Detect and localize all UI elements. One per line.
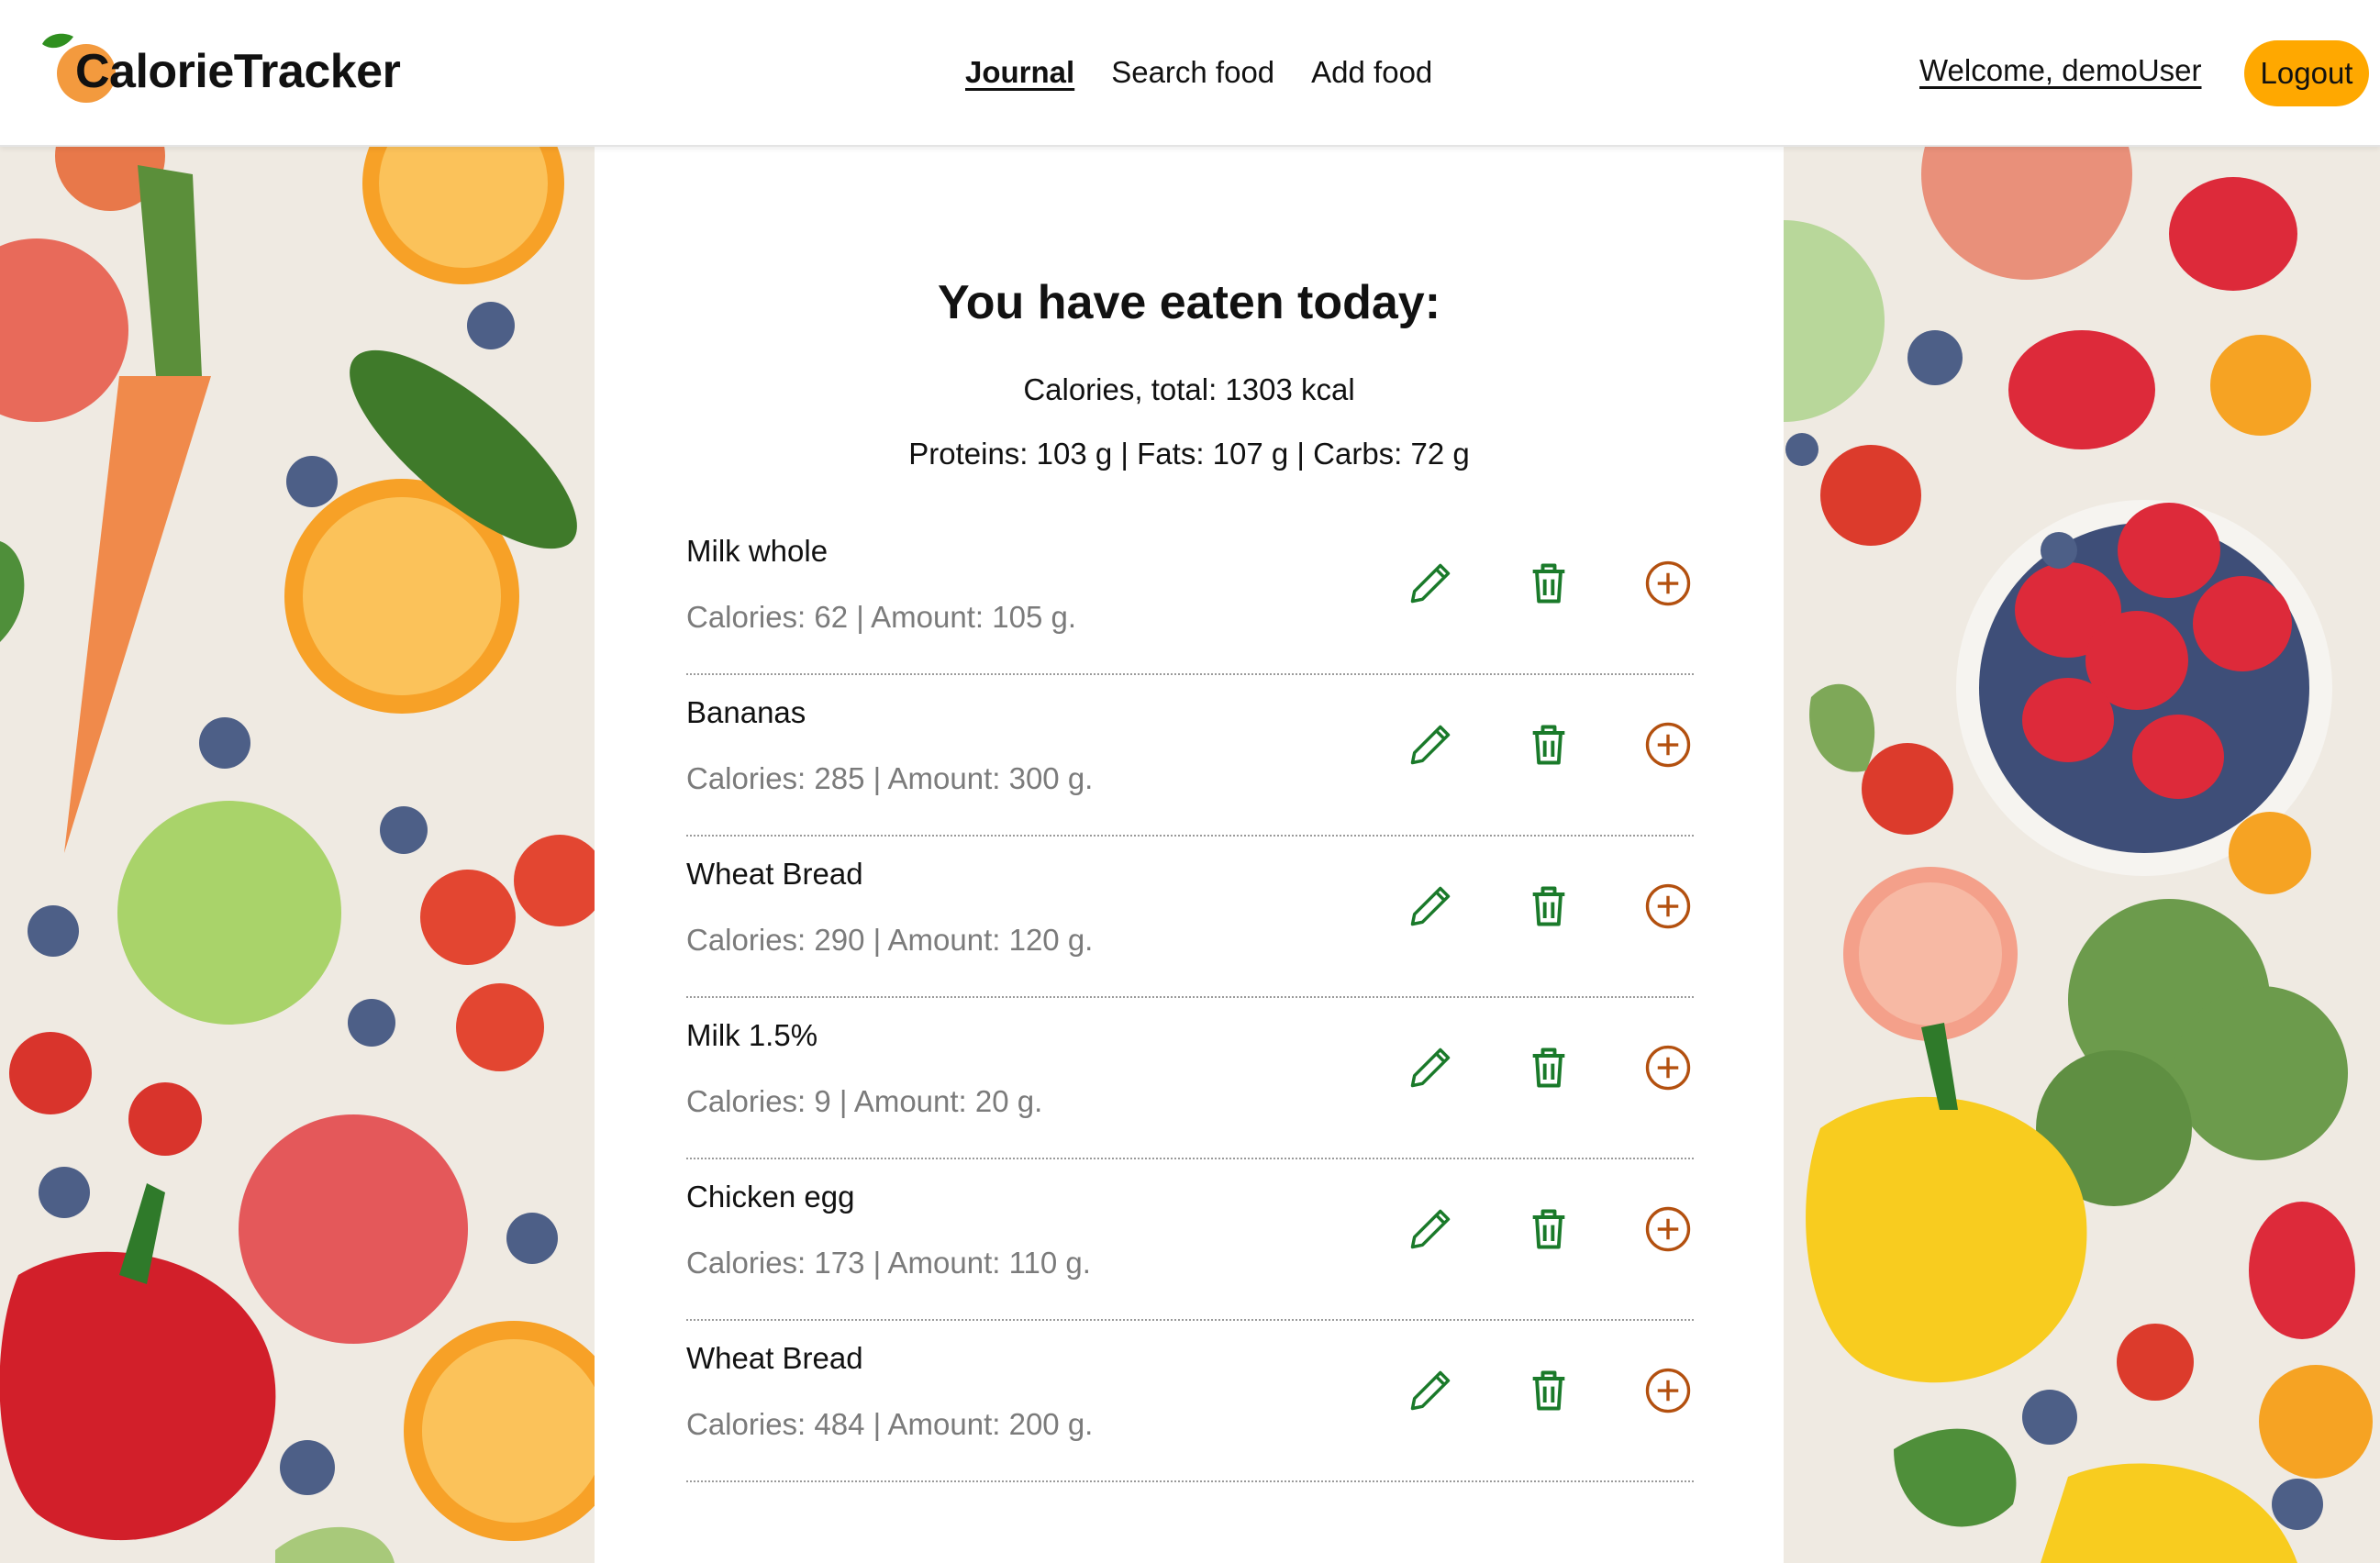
list-item: Bananas Calories: 285 | Amount: 300 g.	[686, 675, 1694, 837]
list-item: Milk 1.5% Calories: 9 | Amount: 20 g.	[686, 998, 1694, 1159]
food-details: Calories: 173 | Amount: 110 g.	[686, 1246, 1091, 1280]
trash-icon	[1532, 725, 1565, 765]
trash-icon	[1532, 886, 1565, 926]
edit-button[interactable]	[1403, 1202, 1458, 1257]
plus-circle-icon	[1645, 560, 1691, 606]
add-button[interactable]	[1640, 717, 1696, 772]
trash-icon	[1532, 1370, 1565, 1411]
pencil-icon	[1410, 1370, 1451, 1411]
food-name: Chicken egg	[686, 1180, 855, 1214]
delete-button[interactable]	[1521, 556, 1576, 611]
delete-button[interactable]	[1521, 879, 1576, 934]
edit-button[interactable]	[1403, 1363, 1458, 1418]
plus-circle-icon	[1645, 883, 1691, 929]
list-item: Milk whole Calories: 62 | Amount: 105 g.	[686, 514, 1694, 675]
edit-button[interactable]	[1403, 717, 1458, 772]
pencil-icon	[1410, 725, 1451, 765]
plus-circle-icon	[1645, 1045, 1691, 1091]
macros-summary: Proteins: 103 g | Fats: 107 g | Carbs: 7…	[908, 437, 1470, 471]
pencil-icon	[1410, 1048, 1451, 1088]
delete-button[interactable]	[1521, 717, 1576, 772]
edit-button[interactable]	[1403, 879, 1458, 934]
food-details: Calories: 290 | Amount: 120 g.	[686, 923, 1094, 957]
total-calories: Calories, total: 1303 kcal	[1023, 372, 1355, 406]
list-item: Wheat Bread Calories: 484 | Amount: 200 …	[686, 1321, 1694, 1482]
add-button[interactable]	[1640, 1040, 1696, 1095]
add-button[interactable]	[1640, 556, 1696, 611]
food-name: Wheat Bread	[686, 1341, 863, 1375]
plus-circle-icon	[1645, 722, 1691, 768]
plus-circle-icon	[1645, 1368, 1691, 1413]
page-title: You have eaten today:	[937, 276, 1441, 329]
food-name: Wheat Bread	[686, 857, 863, 891]
food-details: Calories: 9 | Amount: 20 g.	[686, 1084, 1043, 1118]
right-produce-image	[1784, 147, 2380, 1563]
app-logo[interactable]: CalorieTracker	[40, 31, 407, 114]
delete-button[interactable]	[1521, 1363, 1576, 1418]
nav-search-food[interactable]: Search food	[1111, 55, 1274, 90]
food-entry-list: Milk whole Calories: 62 | Amount: 105 g.…	[686, 514, 1694, 1482]
delete-button[interactable]	[1521, 1202, 1576, 1257]
food-details: Calories: 62 | Amount: 105 g.	[686, 600, 1076, 634]
food-name: Milk 1.5%	[686, 1018, 818, 1052]
trash-icon	[1532, 563, 1565, 604]
left-produce-image	[0, 147, 595, 1563]
welcome-user-link[interactable]: Welcome, demoUser	[1919, 53, 2202, 88]
nav-journal[interactable]: Journal	[965, 55, 1074, 90]
food-details: Calories: 484 | Amount: 200 g.	[686, 1407, 1094, 1441]
food-details: Calories: 285 | Amount: 300 g.	[686, 761, 1094, 795]
trash-icon	[1532, 1048, 1565, 1088]
add-button[interactable]	[1640, 879, 1696, 934]
add-button[interactable]	[1640, 1202, 1696, 1257]
list-item: Wheat Bread Calories: 290 | Amount: 120 …	[686, 837, 1694, 998]
food-name: Bananas	[686, 695, 806, 729]
top-navbar: CalorieTracker Journal Search food Add f…	[0, 0, 2380, 147]
delete-button[interactable]	[1521, 1040, 1576, 1095]
plus-circle-icon	[1645, 1206, 1691, 1252]
pencil-icon	[1410, 1209, 1451, 1249]
list-item: Chicken egg Calories: 173 | Amount: 110 …	[686, 1159, 1694, 1321]
trash-icon	[1532, 1209, 1565, 1249]
food-name: Milk whole	[686, 534, 829, 568]
logout-button[interactable]: Logout	[2244, 40, 2369, 106]
journal-panel: You have eaten today: Calories, total: 1…	[595, 147, 1784, 1563]
pencil-icon	[1410, 886, 1451, 926]
nav-add-food[interactable]: Add food	[1311, 55, 1432, 90]
pencil-icon	[1410, 563, 1451, 604]
main-nav: Journal Search food Add food	[965, 55, 1432, 90]
logo-text: CalorieTracker	[75, 45, 401, 98]
edit-button[interactable]	[1403, 1040, 1458, 1095]
edit-button[interactable]	[1403, 556, 1458, 611]
add-button[interactable]	[1640, 1363, 1696, 1418]
